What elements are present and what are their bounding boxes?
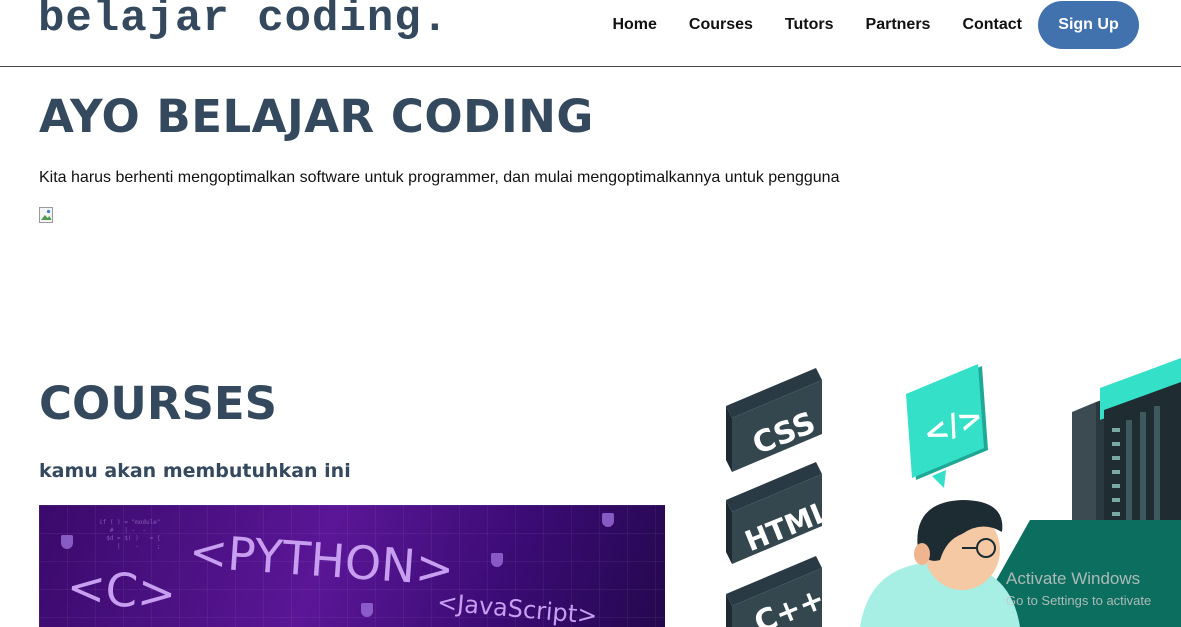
nav-contact[interactable]: Contact	[962, 16, 1022, 34]
html-block: HTML	[726, 462, 835, 564]
main-nav: Home Courses Tutors Partners Contact Sig…	[612, 0, 1181, 50]
activate-windows-subtitle: Go to Settings to activate	[1006, 593, 1151, 608]
courses-title: COURSES	[39, 377, 278, 430]
brand-logo[interactable]: belajar coding.	[38, 0, 449, 44]
css-block: CSS	[726, 368, 822, 472]
code-tag-bubble: </>	[906, 364, 988, 488]
shield-icon	[602, 513, 614, 527]
banner-code-decoration: if ( ) = "module" # | - - $d = $( ) = { …	[99, 519, 161, 550]
nav-partners[interactable]: Partners	[866, 16, 931, 34]
courses-subtitle: kamu akan membutuhkan ini	[39, 460, 351, 482]
hero-title: AYO BELAJAR CODING	[39, 90, 594, 143]
shield-icon	[491, 553, 503, 567]
programming-languages-banner: if ( ) = "module" # | - - $d = $( ) = { …	[39, 505, 665, 627]
c-label: <C>	[65, 559, 178, 621]
activate-windows-title: Activate Windows	[1006, 569, 1140, 588]
person-avatar	[860, 500, 1020, 627]
shield-icon	[61, 535, 73, 549]
coding-illustration: CSS HTML C++ </> Activate Windows Go to …	[726, 358, 1181, 627]
shield-icon	[361, 603, 373, 617]
sign-up-button[interactable]: Sign Up	[1038, 1, 1139, 49]
nav-home[interactable]: Home	[612, 16, 656, 34]
nav-tutors[interactable]: Tutors	[785, 16, 834, 34]
nav-courses[interactable]: Courses	[689, 16, 753, 34]
hero-subtitle: Kita harus berhenti mengoptimalkan softw…	[39, 169, 840, 186]
cpp-block: C++	[726, 556, 830, 627]
broken-image-icon	[39, 207, 53, 223]
site-header: belajar coding. Home Courses Tutors Part…	[0, 0, 1181, 67]
